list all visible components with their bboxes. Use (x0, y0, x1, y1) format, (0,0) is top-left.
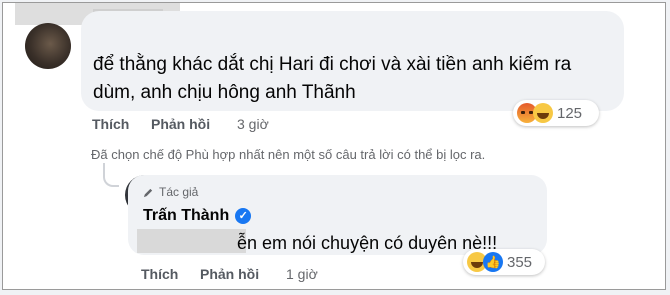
comment-text: để thằng khác dắt chị Hari đi chơi và xà… (93, 54, 572, 103)
comment-bubble: để thằng khác dắt chị Hari đi chơi và xà… (81, 11, 624, 111)
author-name-text[interactable]: Trấn Thành (143, 207, 229, 225)
author-badge: Tác giả (143, 185, 198, 199)
commenter-avatar[interactable] (25, 23, 71, 69)
haha-icon (533, 103, 553, 123)
like-icon: 👍 (483, 252, 503, 272)
comment-thread: để thằng khác dắt chị Hari đi chơi và xà… (2, 2, 666, 290)
pencil-icon (143, 188, 153, 197)
reply-bubble: Tác giả Trấn Thành ✓ ễn em nói chuyện có… (128, 175, 547, 255)
author-badge-label: Tác giả (159, 185, 199, 199)
reaction-summary[interactable]: 125 (513, 100, 599, 126)
reply-button[interactable]: Phản hồi (151, 116, 210, 132)
reaction-count: 125 (557, 104, 583, 122)
reply-text: ễn em nói chuyện có duyên nè!!! (237, 233, 498, 253)
like-button[interactable]: Thích (92, 116, 129, 132)
author-name[interactable]: Trấn Thành ✓ (143, 207, 252, 225)
blurred-text (137, 229, 246, 253)
like-button[interactable]: Thích (141, 266, 178, 282)
comment-timestamp[interactable]: 3 giờ (237, 116, 269, 132)
reaction-summary[interactable]: 👍 355 (463, 249, 545, 275)
reaction-count: 355 (507, 253, 533, 271)
reply-timestamp[interactable]: 1 giờ (286, 266, 318, 282)
verified-badge-icon: ✓ (235, 208, 252, 224)
reply-thread-line (103, 163, 119, 187)
filter-notice: Đã chọn chế độ Phù hợp nhất nên một số c… (91, 147, 486, 162)
reply-button[interactable]: Phản hồi (200, 266, 259, 282)
